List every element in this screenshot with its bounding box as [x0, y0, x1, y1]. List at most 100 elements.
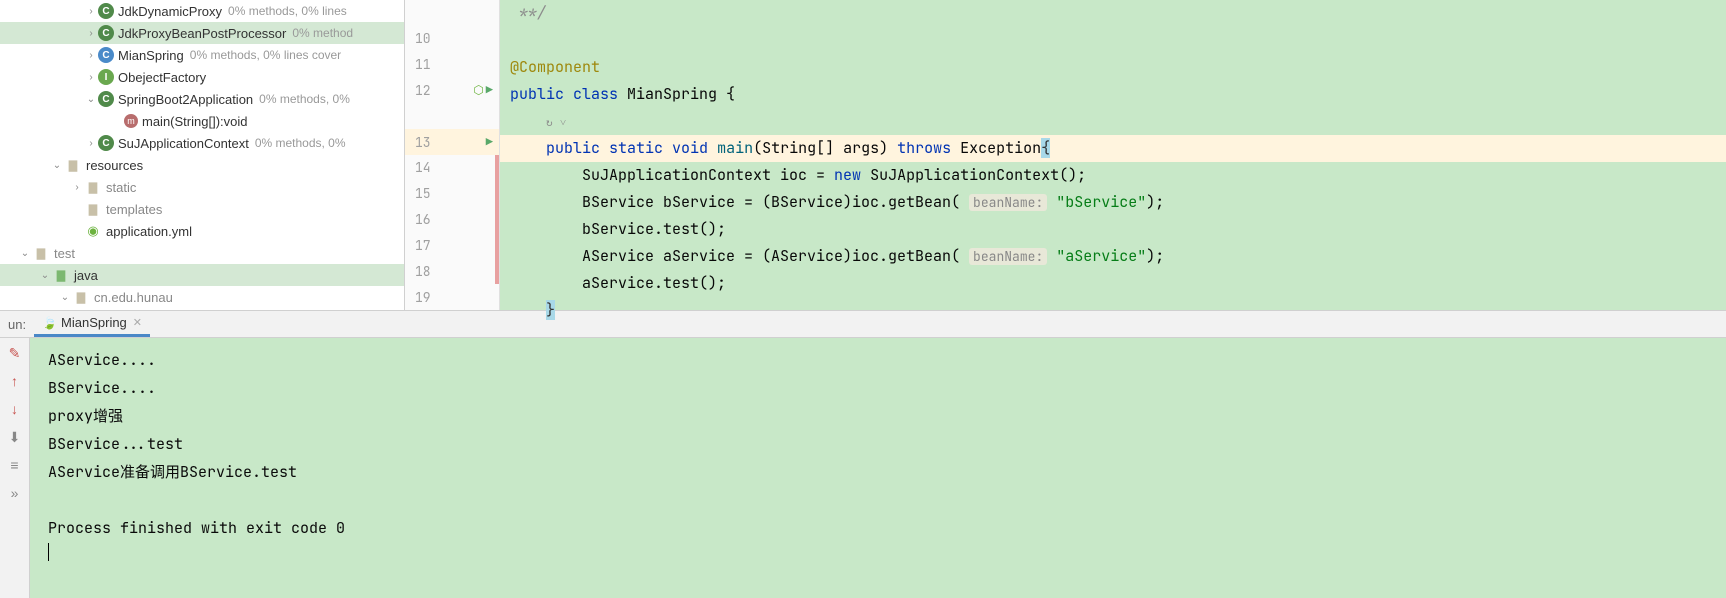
- coverage-bar: [495, 181, 499, 207]
- down-arrow-icon[interactable]: ↓: [6, 400, 24, 418]
- method-icon: m: [124, 114, 138, 128]
- coverage-text: 0% methods, 0% lines: [228, 4, 347, 18]
- class-icon: C: [98, 135, 114, 151]
- code-line[interactable]: bService.test();: [500, 216, 1726, 243]
- tree-item[interactable]: ›CJdkDynamicProxy0% methods, 0% lines: [0, 0, 404, 22]
- gutter-line[interactable]: 18: [405, 258, 499, 284]
- code-line[interactable]: BService bService = (BService)ioc.getBea…: [500, 189, 1726, 216]
- code-line[interactable]: **/: [500, 0, 1726, 27]
- coverage-bar: [495, 232, 499, 258]
- line-number: 11: [415, 56, 431, 73]
- line-number: 10: [415, 30, 431, 47]
- tree-item-label: JdkDynamicProxy: [118, 4, 222, 19]
- expand-arrow-icon[interactable]: ⌄: [84, 94, 98, 105]
- gutter-line[interactable]: 11: [405, 52, 499, 78]
- close-icon[interactable]: ✕: [133, 316, 142, 329]
- run-class-icon[interactable]: ⬡▶: [473, 82, 493, 98]
- gutter-line[interactable]: 13 ▶: [405, 129, 499, 155]
- code-line[interactable]: public static void main(String[] args) t…: [500, 135, 1726, 162]
- line-number: 16: [415, 211, 431, 228]
- project-tree[interactable]: ›CJdkDynamicProxy0% methods, 0% lines›CJ…: [0, 0, 405, 310]
- tree-item[interactable]: ⌄▇test: [0, 242, 404, 264]
- code-editor[interactable]: 101112⬡▶13▶141516171819 **/@Componentpub…: [405, 0, 1726, 310]
- expand-arrow-icon[interactable]: ›: [70, 182, 84, 193]
- expand-arrow-icon[interactable]: ⌄: [18, 248, 32, 259]
- tree-item[interactable]: ›▇static: [0, 176, 404, 198]
- tree-item-label: MianSpring: [118, 48, 184, 63]
- expand-arrow-icon[interactable]: ›: [84, 72, 98, 83]
- folder-icon: ▇: [72, 288, 90, 306]
- code-line[interactable]: aService.test();: [500, 270, 1726, 297]
- expand-arrow-icon[interactable]: ›: [84, 28, 98, 39]
- gutter-line[interactable]: 17: [405, 232, 499, 258]
- expand-arrow-icon[interactable]: ›: [84, 138, 98, 149]
- tree-item-label: static: [106, 180, 136, 195]
- cursor: [48, 543, 49, 561]
- line-number: 17: [415, 237, 431, 254]
- gutter-line[interactable]: [405, 103, 499, 129]
- line-number: 15: [415, 185, 431, 202]
- expand-arrow-icon[interactable]: ›: [84, 50, 98, 61]
- gutter-line[interactable]: 19: [405, 284, 499, 310]
- edit-icon[interactable]: ✎: [6, 344, 24, 362]
- wrap-icon[interactable]: ≡: [6, 456, 24, 474]
- coverage-text: 0% methods, 0%: [259, 92, 350, 106]
- tree-item[interactable]: ⌄▇resources: [0, 154, 404, 176]
- up-arrow-icon[interactable]: ↑: [6, 372, 24, 390]
- code-line[interactable]: AService aService = (AService)ioc.getBea…: [500, 243, 1726, 270]
- run-tab-active[interactable]: 🍃 MianSpring ✕: [34, 311, 150, 337]
- tree-item[interactable]: ▇templates: [0, 198, 404, 220]
- line-number: 13: [415, 134, 431, 151]
- coverage-bar: [495, 155, 499, 181]
- expand-arrow-icon[interactable]: ›: [84, 6, 98, 17]
- code-line[interactable]: ↻ ˅: [500, 108, 1726, 135]
- tree-item[interactable]: ›CJdkProxyBeanPostProcessor0% method: [0, 22, 404, 44]
- tree-item[interactable]: ◉application.yml: [0, 220, 404, 242]
- tree-item[interactable]: ›IObejectFactory: [0, 66, 404, 88]
- gutter-line[interactable]: 10: [405, 26, 499, 52]
- tree-item-label: test: [54, 246, 75, 261]
- coverage-text: 0% methods, 0%: [255, 136, 346, 150]
- tree-item[interactable]: ⌄▇ cn.edu.hunau: [0, 286, 404, 308]
- tree-item[interactable]: ⌄▇java: [0, 264, 404, 286]
- tree-item[interactable]: ⌄CSpringBoot2Application0% methods, 0%: [0, 88, 404, 110]
- gutter-line[interactable]: 14: [405, 155, 499, 181]
- expand-arrow-icon[interactable]: ⌄: [38, 270, 52, 281]
- line-number: 14: [415, 159, 431, 176]
- code-line[interactable]: @Component: [500, 54, 1726, 81]
- coverage-bar: [495, 207, 499, 233]
- line-number: 18: [415, 263, 431, 280]
- class-icon: ◉: [84, 222, 102, 240]
- more-icon[interactable]: »: [6, 484, 24, 502]
- run-method-icon[interactable]: ▶: [486, 134, 493, 150]
- tree-item-label: resources: [86, 158, 143, 173]
- coverage-bar: [495, 258, 499, 284]
- tree-item[interactable]: m main(String[]):void: [0, 110, 404, 132]
- gutter-line[interactable]: 12 ⬡▶: [405, 77, 499, 103]
- code-line[interactable]: SuJApplicationContext ioc = new SuJAppli…: [500, 162, 1726, 189]
- tree-item[interactable]: ›CMianSpring0% methods, 0% lines cover: [0, 44, 404, 66]
- download-icon[interactable]: ⬇: [6, 428, 24, 446]
- gutter-line[interactable]: 16: [405, 207, 499, 233]
- class-icon: I: [98, 69, 114, 85]
- tree-item-label: main(String[]):void: [142, 114, 247, 129]
- tree-item-label: cn.edu.hunau: [94, 290, 173, 305]
- coverage-text: 0% method: [292, 26, 353, 40]
- code-line[interactable]: [500, 27, 1726, 54]
- expand-arrow-icon[interactable]: ⌄: [58, 292, 72, 303]
- editor-gutter: 10 11 12 ⬡▶ 13 ▶ 14 15 16 17 18 19: [405, 0, 500, 310]
- code-line[interactable]: }: [500, 297, 1726, 324]
- run-label: un:: [0, 317, 34, 332]
- console-output[interactable]: AService.... BService.... proxy增强 BServi…: [30, 338, 1726, 598]
- code-content[interactable]: **/ @Componentpublic class MianSpring { ↻…: [500, 0, 1726, 310]
- gutter-line[interactable]: [405, 0, 499, 26]
- run-toolbar: ✎ ↑ ↓ ⬇ ≡ »: [0, 338, 30, 598]
- tree-item[interactable]: ›C SuJApplicationContext 0% methods, 0%: [0, 132, 404, 154]
- line-number: 12: [415, 82, 431, 99]
- expand-arrow-icon[interactable]: ⌄: [50, 160, 64, 171]
- tree-item-label: templates: [106, 202, 162, 217]
- class-icon: C: [98, 25, 114, 41]
- tree-item-label: SuJApplicationContext: [118, 136, 249, 151]
- gutter-line[interactable]: 15: [405, 181, 499, 207]
- code-line[interactable]: public class MianSpring {: [500, 81, 1726, 108]
